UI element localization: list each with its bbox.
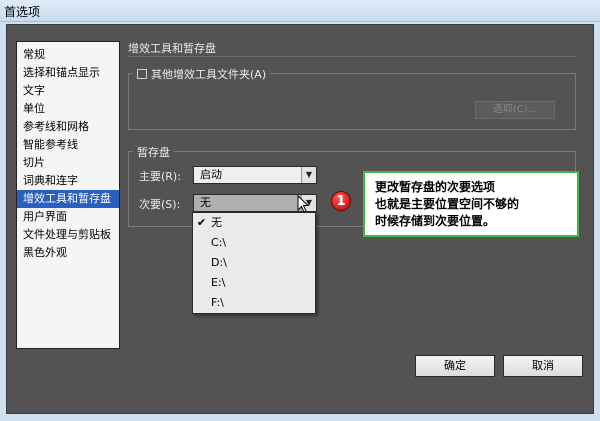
option-drive-d[interactable]: D:\ [193, 253, 315, 273]
plugins-folder-label: 其他增效工具文件夹(A) [151, 68, 267, 81]
checkmark-icon: ✔ [197, 216, 207, 229]
primary-scratch-select[interactable]: 启动 ▼ [193, 166, 317, 184]
step-badge: 1 [331, 191, 351, 211]
primary-label: 主要(R): [139, 170, 181, 183]
plugins-folder-checkbox[interactable] [137, 69, 147, 79]
secondary-scratch-value: 无 [200, 196, 211, 209]
callout-line: 更改暂存盘的次要选项 [375, 180, 496, 194]
sidebar-item-plugins-scratch-disks[interactable]: 增效工具和暂存盘 [17, 190, 119, 208]
callout-line: 也就是主要位置空间不够的 [375, 197, 520, 211]
primary-scratch-value: 启动 [200, 168, 222, 181]
callout-line: 时候存储到次要位置。 [375, 214, 496, 228]
secondary-label: 次要(S): [139, 198, 181, 211]
option-drive-e[interactable]: E:\ [193, 273, 315, 293]
dialog-body: 常规 选择和锚点显示 文字 单位 参考线和网格 智能参考线 切片 词典和连字 增… [6, 24, 594, 414]
annotation-callout: 更改暂存盘的次要选项 也就是主要位置空间不够的 时候存储到次要位置。 [363, 171, 579, 237]
sidebar-item-type[interactable]: 文字 [17, 82, 119, 100]
chevron-down-icon: ▼ [301, 167, 316, 183]
option-drive-f[interactable]: F:\ [193, 293, 315, 313]
category-list: 常规 选择和锚点显示 文字 单位 参考线和网格 智能参考线 切片 词典和连字 增… [16, 41, 120, 349]
sidebar-item-units[interactable]: 单位 [17, 100, 119, 118]
section-title: 增效工具和暂存盘 [128, 42, 216, 55]
sidebar-item-selection-anchor-display[interactable]: 选择和锚点显示 [17, 64, 119, 82]
choose-folder-button[interactable]: 选取(C)... [475, 101, 555, 119]
plugins-folder-group: 其他增效工具文件夹(A) 选取(C)... [128, 66, 576, 130]
mouse-pointer-icon [297, 195, 310, 213]
cancel-button[interactable]: 取消 [503, 355, 583, 377]
sidebar-item-general[interactable]: 常规 [17, 46, 119, 64]
title-bar: 首选项 [0, 0, 600, 22]
sidebar-item-appearance-of-black[interactable]: 黑色外观 [17, 244, 119, 262]
plugins-folder-option[interactable]: 其他增效工具文件夹(A) [133, 66, 271, 82]
scratch-disks-legend: 暂存盘 [133, 144, 174, 160]
sidebar-item-smart-guides[interactable]: 智能参考线 [17, 136, 119, 154]
sidebar-item-dictionary-hyphenation[interactable]: 词典和连字 [17, 172, 119, 190]
preferences-window: 首选项 常规 选择和锚点显示 文字 单位 参考线和网格 智能参考线 切片 词典和… [0, 0, 600, 421]
section-divider [128, 56, 576, 57]
ok-button[interactable]: 确定 [415, 355, 495, 377]
option-none[interactable]: ✔ 无 [193, 213, 315, 233]
window-title: 首选项 [4, 5, 41, 19]
sidebar-item-guides-grid[interactable]: 参考线和网格 [17, 118, 119, 136]
sidebar-item-user-interface[interactable]: 用户界面 [17, 208, 119, 226]
option-label: 无 [211, 216, 222, 229]
secondary-scratch-dropdown: ✔ 无 C:\ D:\ E:\ F:\ [192, 212, 316, 314]
sidebar-item-slices[interactable]: 切片 [17, 154, 119, 172]
sidebar-item-file-handling-clipboard[interactable]: 文件处理与剪贴板 [17, 226, 119, 244]
option-drive-c[interactable]: C:\ [193, 233, 315, 253]
